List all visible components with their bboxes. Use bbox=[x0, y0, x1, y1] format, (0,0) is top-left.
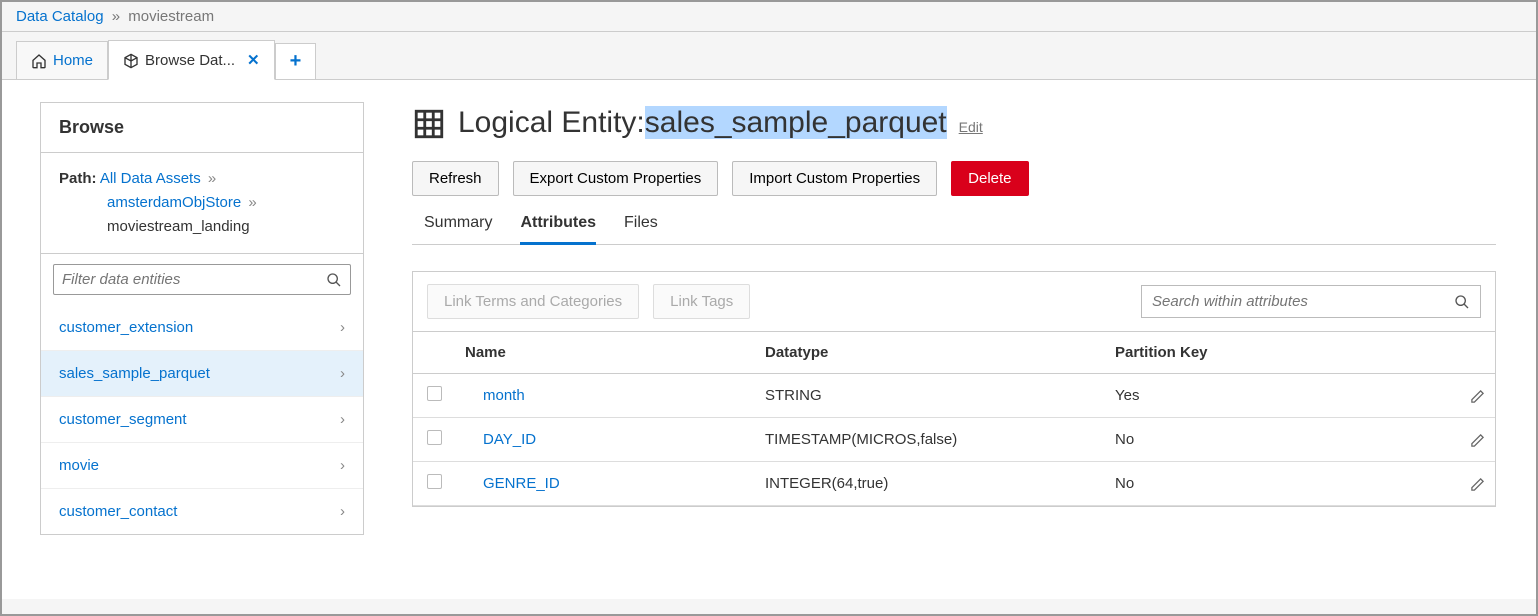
grid-icon bbox=[412, 106, 446, 141]
table-row: GENRE_ID INTEGER(64,true) No bbox=[413, 462, 1495, 506]
top-tabs: Home Browse Dat... ✕ + bbox=[2, 32, 1536, 80]
tab-add[interactable]: + bbox=[275, 43, 317, 79]
entity-prefix: Logical Entity: bbox=[458, 106, 645, 139]
export-button[interactable]: Export Custom Properties bbox=[513, 161, 719, 196]
entity-label: movie bbox=[59, 457, 99, 474]
link-tags-button[interactable]: Link Tags bbox=[653, 284, 750, 319]
pencil-icon[interactable] bbox=[1470, 431, 1485, 448]
tab-home[interactable]: Home bbox=[16, 41, 108, 79]
search-attributes-input[interactable] bbox=[1152, 293, 1454, 310]
cube-icon bbox=[123, 51, 139, 68]
attributes-table: Name Datatype Partition Key month STRING… bbox=[413, 331, 1495, 506]
entity-item[interactable]: customer_segment › bbox=[41, 396, 363, 442]
refresh-button[interactable]: Refresh bbox=[412, 161, 499, 196]
row-checkbox[interactable] bbox=[427, 430, 442, 445]
attr-toolbar: Link Terms and Categories Link Tags bbox=[413, 272, 1495, 331]
search-icon[interactable] bbox=[326, 271, 342, 288]
entity-label: customer_contact bbox=[59, 503, 177, 520]
link-terms-button[interactable]: Link Terms and Categories bbox=[427, 284, 639, 319]
entity-item[interactable]: customer_extension › bbox=[41, 305, 363, 350]
path-label: Path: bbox=[59, 170, 97, 187]
entity-name: sales_sample_parquet bbox=[645, 106, 947, 139]
sub-tabs: Summary Attributes Files bbox=[412, 214, 1496, 245]
pencil-icon[interactable] bbox=[1470, 475, 1485, 492]
col-datatype: Datatype bbox=[755, 332, 1105, 374]
path-root[interactable]: All Data Assets bbox=[100, 170, 201, 187]
chevron-right-icon: › bbox=[340, 457, 345, 474]
breadcrumb-sep: » bbox=[112, 8, 120, 25]
edit-link[interactable]: Edit bbox=[959, 119, 983, 135]
attr-pk: Yes bbox=[1105, 374, 1455, 418]
path-sep: » bbox=[248, 194, 256, 211]
attr-name-link[interactable]: GENRE_ID bbox=[465, 475, 560, 492]
tab-home-label: Home bbox=[53, 52, 93, 69]
tab-summary[interactable]: Summary bbox=[424, 214, 492, 244]
entity-header: Logical Entity:sales_sample_parquet Edit bbox=[412, 106, 1496, 141]
search-attributes[interactable] bbox=[1141, 285, 1481, 318]
tab-browse[interactable]: Browse Dat... ✕ bbox=[108, 40, 275, 80]
sidebar: Browse Path: All Data Assets » amsterdam… bbox=[2, 80, 402, 599]
tab-attributes[interactable]: Attributes bbox=[520, 214, 596, 245]
plus-icon: + bbox=[290, 50, 302, 73]
breadcrumb: Data Catalog » moviestream bbox=[2, 2, 1536, 32]
close-icon[interactable]: ✕ bbox=[247, 51, 260, 69]
entity-list: customer_extension › sales_sample_parque… bbox=[41, 305, 363, 534]
import-button[interactable]: Import Custom Properties bbox=[732, 161, 937, 196]
chevron-right-icon: › bbox=[340, 365, 345, 382]
table-row: DAY_ID TIMESTAMP(MICROS,false) No bbox=[413, 418, 1495, 462]
entity-label: sales_sample_parquet bbox=[59, 365, 210, 382]
attr-datatype: STRING bbox=[755, 374, 1105, 418]
col-edit bbox=[1455, 332, 1495, 374]
home-icon bbox=[31, 52, 47, 69]
entity-label: customer_extension bbox=[59, 319, 193, 336]
delete-button[interactable]: Delete bbox=[951, 161, 1028, 196]
row-checkbox[interactable] bbox=[427, 386, 442, 401]
attributes-panel: Link Terms and Categories Link Tags Name… bbox=[412, 271, 1496, 507]
chevron-right-icon: › bbox=[340, 319, 345, 336]
chevron-right-icon: › bbox=[340, 503, 345, 520]
filter-input[interactable] bbox=[62, 271, 326, 288]
pencil-icon[interactable] bbox=[1470, 387, 1485, 404]
col-check bbox=[413, 332, 455, 374]
tab-files[interactable]: Files bbox=[624, 214, 658, 244]
entity-label: customer_segment bbox=[59, 411, 187, 428]
breadcrumb-current: moviestream bbox=[128, 8, 214, 25]
col-partition-key: Partition Key bbox=[1105, 332, 1455, 374]
breadcrumb-root[interactable]: Data Catalog bbox=[16, 8, 104, 25]
chevron-right-icon: › bbox=[340, 411, 345, 428]
path-mid[interactable]: amsterdamObjStore bbox=[107, 194, 241, 211]
table-row: month STRING Yes bbox=[413, 374, 1495, 418]
attr-pk: No bbox=[1105, 418, 1455, 462]
entity-item[interactable]: customer_contact › bbox=[41, 488, 363, 534]
attr-datatype: INTEGER(64,true) bbox=[755, 462, 1105, 506]
attr-pk: No bbox=[1105, 462, 1455, 506]
entity-title: Logical Entity:sales_sample_parquet bbox=[458, 106, 947, 140]
entity-item[interactable]: movie › bbox=[41, 442, 363, 488]
content: Logical Entity:sales_sample_parquet Edit… bbox=[402, 80, 1536, 599]
path-sep: » bbox=[208, 170, 216, 187]
row-checkbox[interactable] bbox=[427, 474, 442, 489]
attr-datatype: TIMESTAMP(MICROS,false) bbox=[755, 418, 1105, 462]
action-bar: Refresh Export Custom Properties Import … bbox=[412, 161, 1496, 196]
search-icon[interactable] bbox=[1454, 293, 1470, 310]
attr-name-link[interactable]: DAY_ID bbox=[465, 431, 536, 448]
path-block: Path: All Data Assets » amsterdamObjStor… bbox=[41, 153, 363, 254]
browse-title: Browse bbox=[41, 103, 363, 153]
tab-browse-label: Browse Dat... bbox=[145, 52, 235, 69]
path-leaf: moviestream_landing bbox=[107, 215, 345, 239]
col-name: Name bbox=[455, 332, 755, 374]
filter-box[interactable] bbox=[53, 264, 351, 295]
attr-name-link[interactable]: month bbox=[465, 387, 525, 404]
entity-item[interactable]: sales_sample_parquet › bbox=[41, 350, 363, 396]
